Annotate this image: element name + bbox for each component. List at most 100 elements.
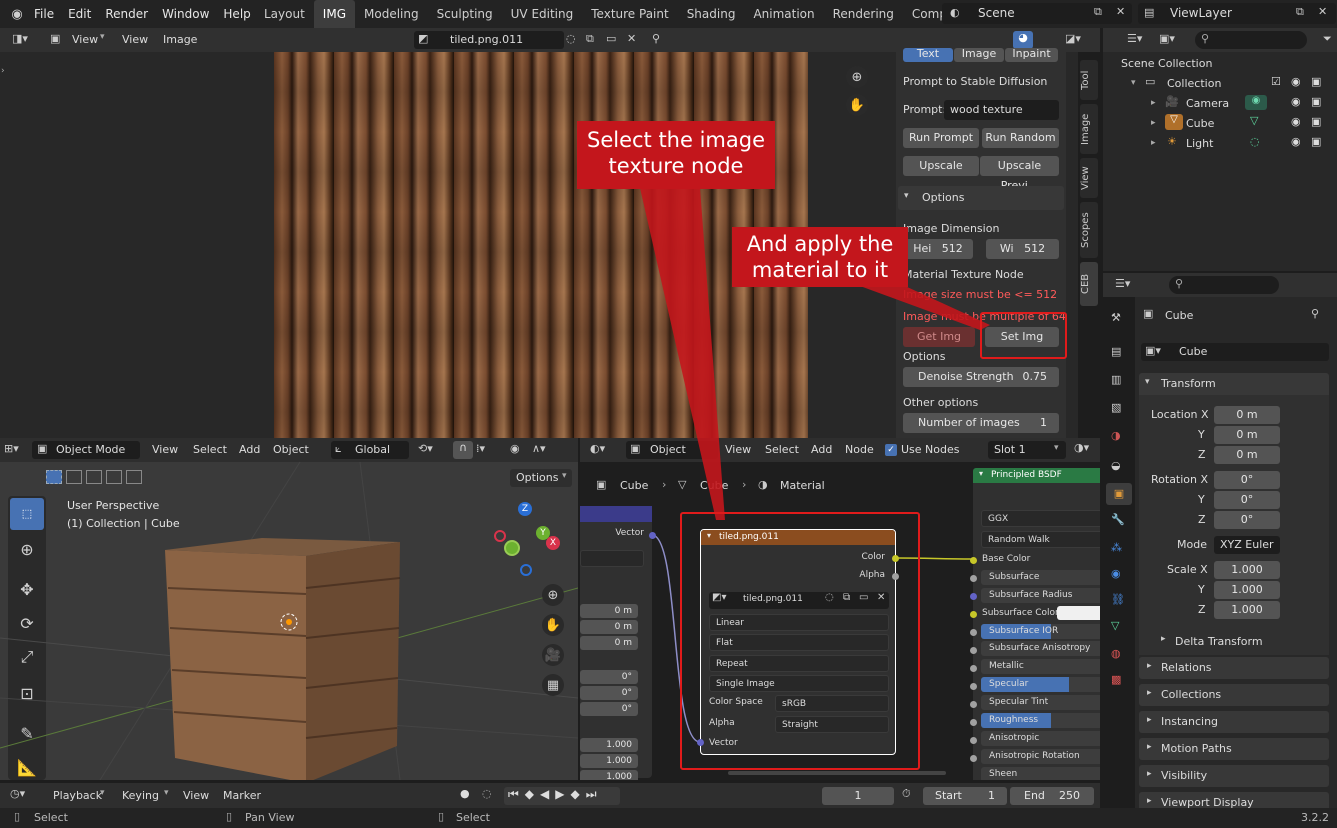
material-icon[interactable]: ◍ (1111, 647, 1121, 660)
pan-hand-icon[interactable]: ✋ (542, 614, 564, 636)
location-y-field[interactable]: 0 m (1214, 426, 1280, 444)
image-selector[interactable]: ◩ tiled.png.011 (414, 31, 564, 49)
tab-inpaint[interactable]: Inpaint (1005, 48, 1058, 62)
relations-header[interactable]: ▸ Relations (1139, 657, 1329, 679)
zoom-icon[interactable]: ⊕ (846, 66, 868, 88)
node-header[interactable]: ▾ Principled BSDF (973, 468, 1100, 483)
tab-view[interactable]: View (1080, 158, 1098, 198)
shield-icon[interactable]: ◌ (566, 32, 576, 45)
chevron-right-icon[interactable]: ▸ (1151, 118, 1156, 128)
rotation-y-field[interactable]: 0° (1214, 491, 1280, 509)
gizmo-neg-z-icon[interactable] (520, 564, 532, 576)
view-layer-icon[interactable]: ▧ (1111, 401, 1121, 414)
tab-layout[interactable]: Layout (255, 0, 314, 28)
horizontal-scrollbar[interactable] (728, 771, 946, 775)
view-mode-icon[interactable]: ▣ (50, 32, 60, 45)
anisotropic-socket[interactable] (970, 737, 977, 744)
blender-logo-icon[interactable]: ◉ (8, 5, 26, 23)
specular-field[interactable]: Specular (981, 677, 1100, 692)
menu-keying[interactable]: Keying (122, 789, 159, 802)
vector-output-socket[interactable] (649, 532, 656, 539)
new-image-icon[interactable]: ⧉ (586, 32, 594, 46)
location-x-field[interactable]: 0 m (1214, 406, 1280, 424)
camera-render-icon[interactable]: ▣ (1311, 115, 1321, 128)
transform-header[interactable]: ▾ Transform (1139, 373, 1329, 395)
folder-icon[interactable]: ▭ (606, 32, 616, 45)
camera-view-icon[interactable]: 🎥 (542, 644, 564, 666)
zoom-icon[interactable]: ⊕ (542, 584, 564, 606)
principled-bsdf-node[interactable]: ▾ Principled BSDF GGX Random Walk Base C… (973, 468, 1100, 780)
sheen-field[interactable]: Sheen (981, 767, 1100, 780)
playback-controls[interactable]: ⏮◆◀▶◆⏭ (504, 787, 620, 805)
anisotropic-rotation-socket[interactable] (970, 755, 977, 762)
editor-type-icon[interactable]: ☰▾ (1115, 277, 1130, 290)
metallic-socket[interactable] (970, 665, 977, 672)
properties-search-input[interactable]: ⚲ (1169, 276, 1279, 294)
constraints-icon[interactable]: ⛓ (1111, 593, 1125, 606)
navigation-gizmo[interactable]: Z Y X (490, 500, 566, 580)
output-icon[interactable]: ▥ (1111, 373, 1121, 386)
rotation-mode-dropdown[interactable]: XYZ Euler (1214, 536, 1280, 554)
subsurface-radius-socket[interactable] (970, 593, 977, 600)
scale-z-field[interactable]: 1.000 (1214, 601, 1280, 619)
tool-icon[interactable]: ⚒ (1111, 311, 1121, 324)
viewport-display-header[interactable]: ▸ Viewport Display (1139, 792, 1329, 808)
run-prompt-button[interactable]: Run Prompt (903, 128, 979, 148)
prompt-input[interactable]: wood texture (944, 100, 1059, 120)
menu-image[interactable]: Image (163, 33, 197, 46)
record-icon[interactable]: ● (460, 787, 470, 800)
tab-shading[interactable]: Shading (678, 0, 745, 28)
roughness-socket[interactable] (970, 719, 977, 726)
start-frame-field[interactable]: Start 1 (923, 787, 1007, 805)
menu-view[interactable]: View (183, 789, 209, 802)
run-random-button[interactable]: Run Random (982, 128, 1059, 148)
rotation-z-field[interactable]: 0° (1214, 511, 1280, 529)
roughness-field[interactable]: Roughness (981, 713, 1100, 728)
render-icon[interactable]: ▤ (1111, 345, 1121, 358)
data-icon[interactable]: ▽ (1111, 619, 1119, 632)
tab-uv-editing[interactable]: UV Editing (502, 0, 583, 28)
metallic-field[interactable]: Metallic (981, 659, 1100, 674)
tab-tool[interactable]: Tool (1080, 60, 1098, 100)
camera-render-icon[interactable]: ▣ (1311, 135, 1321, 148)
scale-y-field[interactable]: 1.000 (1214, 581, 1280, 599)
menu-help[interactable]: Help (216, 0, 257, 28)
gizmo-x-icon[interactable]: X (546, 536, 560, 550)
copy-scene-icon[interactable]: ⧉ (1094, 5, 1102, 19)
display-mode-icon[interactable]: ▣▾ (1159, 32, 1175, 45)
checkbox-icon[interactable]: ☑ (1271, 75, 1281, 88)
eye-icon[interactable]: ◉ (1291, 95, 1301, 108)
object-icon[interactable]: ▣ (1106, 483, 1132, 505)
chevron-down-icon[interactable]: ▾ (1131, 78, 1136, 88)
close-icon[interactable]: ✕ (627, 32, 636, 45)
particles-icon[interactable]: ⁂ (1111, 541, 1122, 554)
get-img-button[interactable]: Get Img (903, 327, 975, 347)
distribution-dropdown[interactable]: GGX (981, 510, 1100, 527)
pin-icon[interactable]: ⚲ (1311, 307, 1319, 320)
options-header[interactable]: ▾ Options (898, 186, 1064, 210)
anisotropic-rotation-field[interactable]: Anisotropic Rotation (981, 749, 1100, 764)
editor-type-icon[interactable]: ◨▾ (12, 32, 28, 45)
scene-icon[interactable]: ◑ (1111, 429, 1121, 442)
close-scene-icon[interactable]: ✕ (1116, 5, 1125, 18)
outliner-item-cube[interactable]: Cube (1186, 117, 1214, 130)
pan-hand-icon[interactable]: ✋ (846, 94, 868, 116)
width-field[interactable]: Wi 512 (986, 239, 1059, 259)
height-field[interactable]: Hei 512 (903, 239, 973, 259)
location-z-field[interactable]: 0 m (1214, 446, 1280, 464)
chevron-right-icon[interactable]: ▸ (1151, 138, 1156, 148)
tab-image[interactable]: Image (954, 48, 1004, 62)
chevron-right-icon[interactable]: ▸ (1161, 634, 1166, 644)
menu-render[interactable]: Render (98, 0, 155, 28)
subsurface-radius-field[interactable]: Subsurface Radius (981, 588, 1100, 603)
end-frame-field[interactable]: End 250 (1010, 787, 1094, 805)
close-view-layer-icon[interactable]: ✕ (1318, 5, 1327, 18)
specular-tint-field[interactable]: Specular Tint (981, 695, 1100, 710)
grid-toggle-icon[interactable]: ▦ (542, 674, 564, 696)
tab-scopes[interactable]: Scopes (1080, 202, 1098, 258)
delta-transform-label[interactable]: Delta Transform (1175, 635, 1263, 648)
outliner-search-input[interactable]: ⚲ (1195, 31, 1307, 49)
anisotropy-socket[interactable] (970, 647, 977, 654)
collections-header[interactable]: ▸ Collections (1139, 684, 1329, 706)
eye-icon[interactable]: ◉ (1291, 75, 1301, 88)
